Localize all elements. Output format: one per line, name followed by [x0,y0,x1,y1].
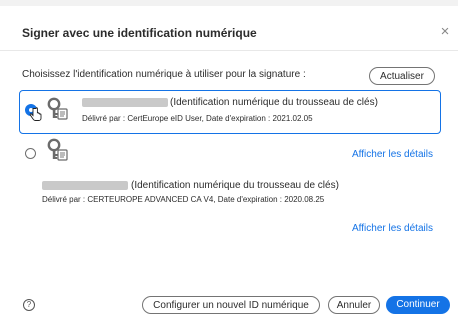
configure-digital-id-button[interactable]: Configurer un nouvel ID numérique [142,296,320,314]
continue-button[interactable]: Continuer [386,296,450,314]
cursor-hand-icon [29,107,42,121]
key-certificate-icon [47,138,68,161]
identity-type-label: (Identification numérique du trousseau d… [170,97,378,108]
selection-prompt: Choisissez l'identification numérique à … [22,69,306,80]
show-details-link-1[interactable]: Afficher les détails [352,149,433,160]
key-certificate-icon [47,97,68,120]
title-divider [0,50,458,51]
cancel-button[interactable]: Annuler [328,296,380,314]
identity-radio-2[interactable] [25,148,36,159]
close-icon[interactable]: × [437,24,453,40]
redacted-name [42,181,128,190]
redacted-name [82,98,168,107]
dialog-title: Signer avec une identification numérique [22,26,257,40]
dialog-top-strip [0,0,458,6]
refresh-button[interactable]: Actualiser [369,67,435,85]
show-details-link-2[interactable]: Afficher les détails [352,223,433,234]
identity-issuer-details: Délivré par : CertEurope eID User, Date … [82,114,313,123]
help-icon[interactable]: ? [23,299,35,311]
identity-type-label: (Identification numérique du trousseau d… [131,180,339,191]
identity-issuer-details: Délivré par : CERTEUROPE ADVANCED CA V4,… [42,195,325,204]
